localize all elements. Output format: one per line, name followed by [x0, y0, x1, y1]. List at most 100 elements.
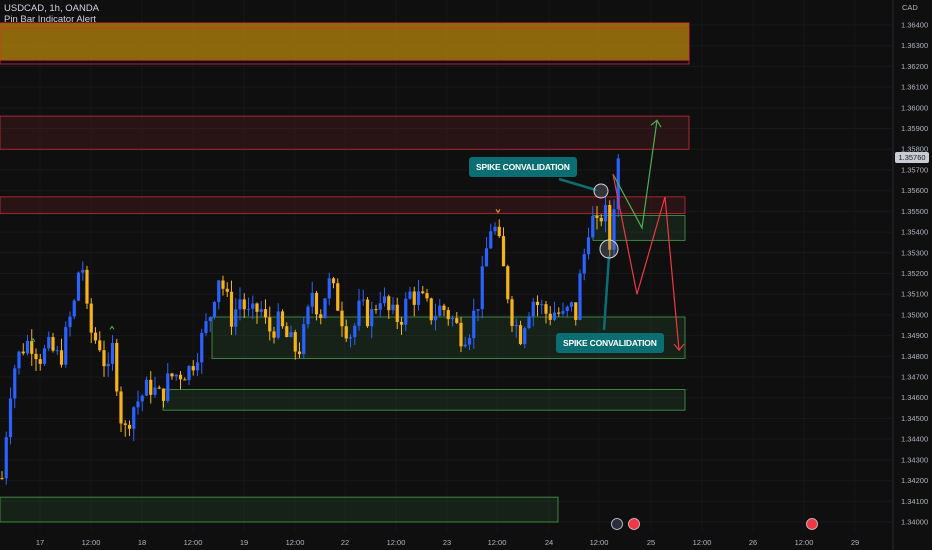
- candle-body: [518, 325, 523, 345]
- candle-body: [38, 359, 42, 364]
- candle-body: [531, 301, 535, 317]
- price-tick-label: 1.36400: [901, 21, 928, 30]
- candle-body: [561, 311, 565, 314]
- candle-body: [238, 299, 242, 310]
- price-tick-label: 1.34000: [901, 517, 928, 526]
- candle-body: [191, 366, 195, 371]
- price-tick-label: 1.35900: [901, 124, 928, 133]
- candle-body: [565, 306, 569, 312]
- candle-body: [370, 309, 374, 327]
- candle-body: [64, 327, 68, 365]
- price-tick-label: 1.34900: [901, 331, 928, 340]
- candle-body: [47, 337, 51, 349]
- candle-body: [242, 299, 246, 310]
- candle-body: [217, 280, 221, 302]
- pin-bar-signal-marker: [109, 325, 115, 330]
- candle-body: [268, 317, 272, 332]
- candle-body: [285, 326, 289, 338]
- candle-body: [476, 309, 480, 311]
- candle-body: [259, 309, 263, 312]
- candle-body: [276, 311, 280, 338]
- candle-body: [501, 236, 506, 267]
- candle-body: [42, 348, 47, 364]
- price-tick-label: 1.34700: [901, 373, 928, 382]
- candle-body: [506, 266, 510, 300]
- candle-body: [234, 309, 238, 327]
- time-tick-label: 24: [545, 538, 553, 547]
- candle-body: [412, 291, 416, 305]
- candle-body: [438, 305, 442, 316]
- candle-body: [229, 291, 234, 327]
- candle-body: [344, 326, 348, 339]
- indicator-label[interactable]: Pin Bar Indicator Alert: [4, 14, 96, 26]
- price-axis[interactable]: CAD 1.36400 1.36300 1.36200 1.36100 1.36000 1.…: [892, 0, 928, 550]
- time-tick-label: 19: [240, 538, 248, 547]
- candle-body: [425, 293, 429, 299]
- us-flag-event-icon: [806, 518, 818, 530]
- candle-body: [455, 318, 459, 323]
- candle-body: [157, 387, 161, 389]
- candle-body: [170, 373, 174, 377]
- price-tick-label: 1.35100: [901, 290, 928, 299]
- candle-body: [399, 322, 404, 325]
- time-tick-label: 26: [749, 538, 757, 547]
- candle-body: [510, 299, 514, 326]
- callout-spike-lower: SPIKE CONVALIDATION: [556, 333, 664, 353]
- candle-body: [102, 350, 106, 367]
- candle-body: [493, 226, 497, 232]
- price-tick-label: 1.36000: [901, 103, 928, 112]
- candle-body: [310, 292, 314, 307]
- candle-body: [25, 340, 30, 354]
- candle-body: [183, 379, 187, 381]
- candle-body: [569, 302, 574, 307]
- price-axis-currency: CAD: [902, 3, 918, 12]
- price-tick-label: 1.34800: [901, 352, 928, 361]
- time-tick-label: 12:00: [286, 538, 305, 547]
- time-tick-label: 12:00: [82, 538, 101, 547]
- spike-marker-upper: [593, 183, 609, 199]
- candle-body: [574, 302, 578, 320]
- time-tick-label: 17: [36, 538, 44, 547]
- candle-body: [365, 299, 370, 327]
- candle-body: [302, 324, 306, 355]
- candle-body: [263, 309, 268, 318]
- resistance-zone: [0, 22, 690, 61]
- candle-body: [374, 309, 378, 311]
- candle-body: [540, 304, 544, 306]
- time-tick-label: 12:00: [795, 538, 814, 547]
- candle-body: [459, 322, 463, 347]
- chart-canvas[interactable]: CAD 1.36400 1.36300 1.36200 1.36100 1.36000 1.…: [0, 0, 932, 550]
- candle-body: [433, 315, 438, 321]
- candle-body: [85, 269, 89, 304]
- candle-body: [314, 292, 319, 315]
- candle-body: [497, 226, 501, 237]
- candle-body: [535, 301, 540, 306]
- candle-body: [225, 288, 229, 292]
- price-tick-label: 1.34100: [901, 497, 928, 506]
- candle-body: [110, 342, 115, 364]
- candle-body: [603, 205, 608, 222]
- candle-body: [187, 366, 191, 380]
- resistance-zone: [0, 115, 690, 150]
- time-tick-label: 18: [138, 538, 146, 547]
- candle-body: [89, 303, 93, 333]
- candle-body: [59, 350, 64, 365]
- price-tick-label: 1.35200: [901, 269, 928, 278]
- candle-body: [319, 314, 323, 319]
- candle-body: [34, 353, 38, 360]
- candle-body: [251, 303, 255, 309]
- candle-body: [153, 387, 157, 395]
- us-flag-event-icon: [628, 518, 640, 530]
- candle-body: [480, 266, 484, 310]
- candle-body: [544, 304, 548, 314]
- candle-body: [68, 316, 72, 328]
- price-tick-label: 1.35700: [901, 165, 928, 174]
- candle-body: [195, 362, 200, 371]
- candle-body: [484, 248, 489, 267]
- candle-body: [21, 351, 25, 354]
- candle-body: [208, 317, 212, 322]
- candle-body: [55, 350, 59, 352]
- candle-body: [446, 310, 450, 320]
- candle-body: [106, 363, 110, 367]
- candle-body: [166, 373, 170, 401]
